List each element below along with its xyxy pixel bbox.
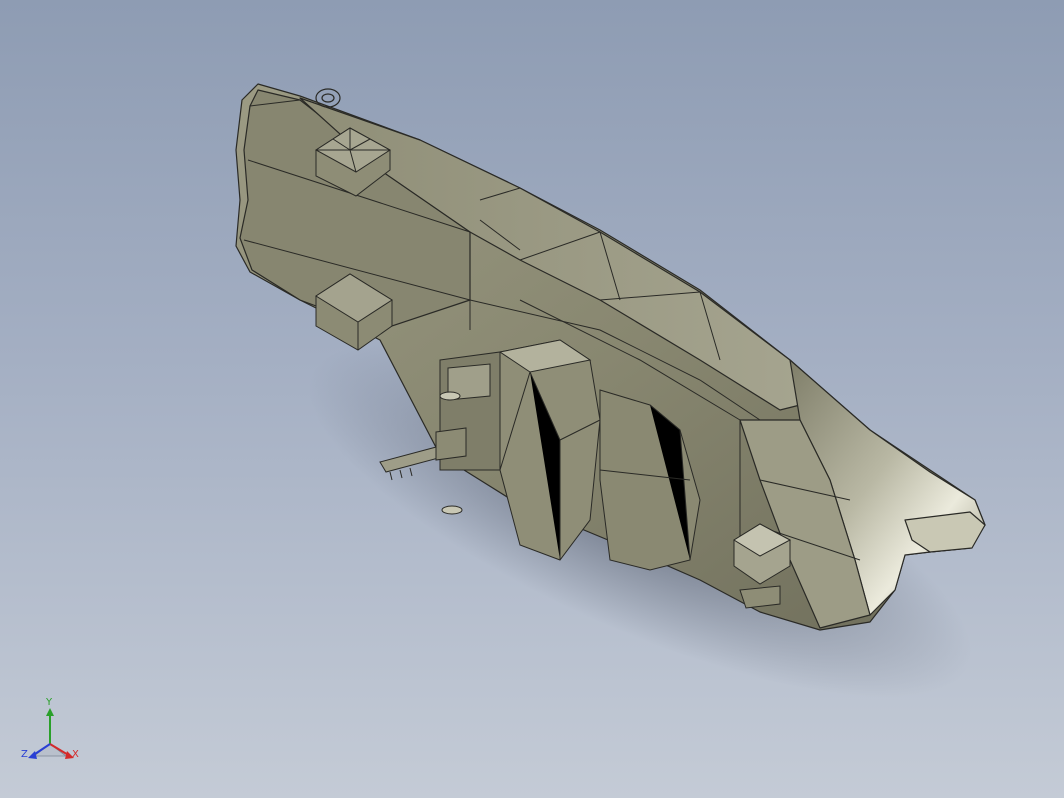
z-axis-label: Z [21,749,28,760]
x-axis-label: X [72,749,79,760]
graphics-viewport[interactable]: Y X Z [0,0,1064,798]
cad-model-part[interactable] [0,0,1064,798]
y-axis-label: Y [46,697,53,708]
mounting-loop [315,88,341,108]
orientation-triad[interactable]: Y X Z [18,698,88,772]
triad-axes-icon [28,708,74,759]
